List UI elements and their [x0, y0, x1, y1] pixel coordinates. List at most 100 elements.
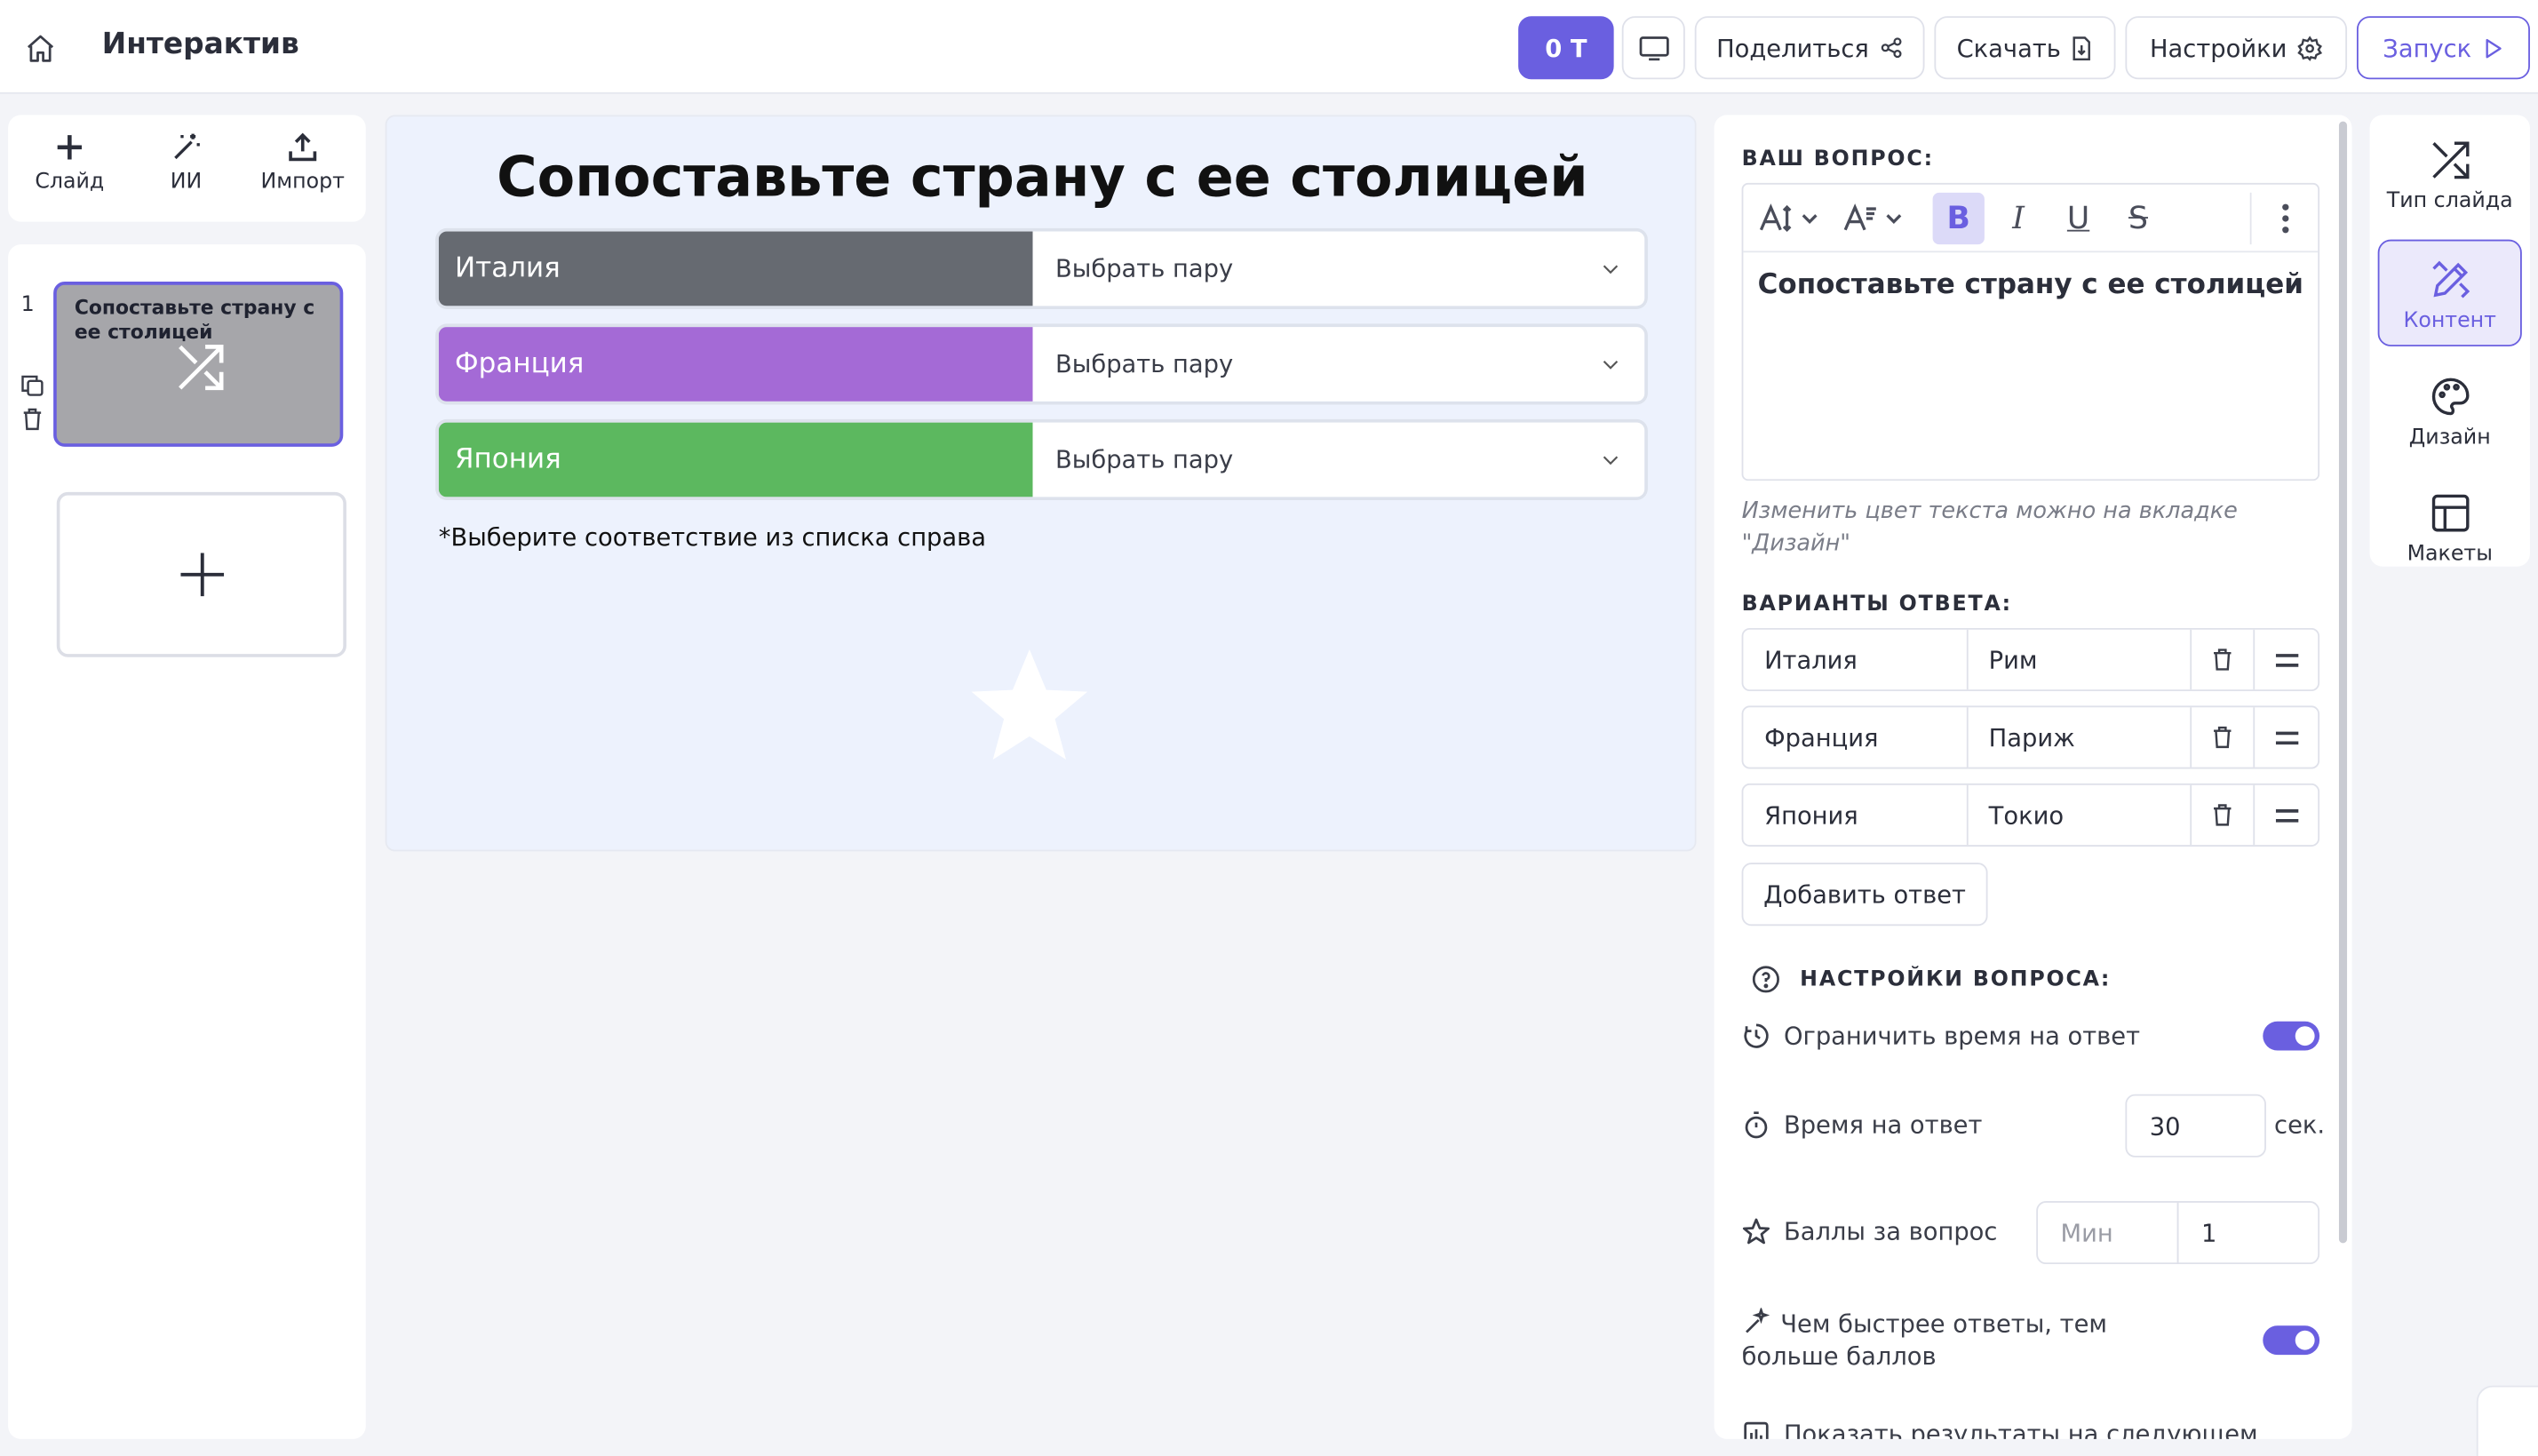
strikethrough-button[interactable]: S [2112, 193, 2164, 244]
add-slide-tool[interactable]: Слайд [13, 131, 127, 195]
chevron-down-icon [1603, 265, 1619, 274]
settings-button[interactable]: Настройки [2125, 16, 2348, 80]
question-settings-label: НАСТРОЙКИ ВОПРОСА: [1800, 967, 2112, 992]
bold-button[interactable]: B [1932, 192, 1985, 245]
tab-content-label: Контент [2403, 309, 2496, 334]
duplicate-slide-icon[interactable] [20, 372, 45, 398]
slide-number: 1 [20, 292, 35, 318]
slides-panel: 1 Сопоставьте страну с ее столицей [8, 244, 366, 1439]
left-toolbar: Слайд ИИ Импорт [8, 115, 366, 222]
ai-tool[interactable]: ИИ [130, 131, 243, 195]
points-input[interactable]: 1 [2176, 1200, 2320, 1265]
more-options-icon[interactable] [2261, 193, 2310, 244]
question-settings-header: НАСТРОЙКИ ВОПРОСА: [1752, 965, 2329, 994]
match-select[interactable]: Выбрать пару [1032, 327, 1645, 402]
app-title: Интерактив [101, 27, 299, 62]
help-widget[interactable] [2476, 1385, 2538, 1456]
text-style-dropdown[interactable] [1837, 193, 1912, 244]
underline-button[interactable]: U [2052, 193, 2104, 244]
show-results-setting: Показать результаты на следующем [1742, 1418, 2319, 1439]
slide-hint: *Выберите соответствие из списка справа [438, 522, 987, 553]
question-text[interactable]: Сопоставьте страну с ее столицей [1743, 252, 2318, 300]
match-row: Япония Выбрать пару [438, 422, 1645, 497]
download-button[interactable]: Скачать [1934, 16, 2116, 80]
points-button[interactable]: 0 Т [1518, 16, 1614, 80]
answer-right-input[interactable]: Токио [1968, 784, 2192, 846]
answer-right-input[interactable]: Рим [1968, 629, 2192, 690]
faster-answers-setting: Чем быстрее ответы, тем больше баллов [1741, 1306, 2320, 1372]
content-editor-panel: ВАШ ВОПРОС: B I U S Сопоставьте страну с… [1714, 115, 2352, 1439]
font-size-icon [1759, 203, 1818, 233]
layout-icon [2431, 494, 2469, 532]
answer-left-input[interactable]: Италия [1743, 629, 1968, 690]
launch-button[interactable]: Запуск [2356, 16, 2530, 80]
tab-slide-type-label: Тип слайда [2386, 189, 2513, 214]
shuffle-icon [179, 345, 224, 391]
share-button[interactable]: Поделиться [1694, 16, 1925, 80]
slide-canvas: Сопоставьте страну с ее столицей Италия … [385, 115, 1697, 852]
tab-design[interactable]: Дизайн [2378, 358, 2522, 465]
slide-title: Сопоставьте страну с ее столицей [497, 145, 1588, 211]
tab-slide-type[interactable]: Тип слайда [2378, 122, 2522, 228]
trash-icon[interactable] [2192, 629, 2256, 690]
color-note: Изменить цвет текста можно на вкладке "Д… [1741, 498, 2238, 557]
add-slide-button[interactable] [56, 491, 346, 657]
points-min-input[interactable]: Мин [2036, 1200, 2179, 1265]
download-label: Скачать [1956, 33, 2061, 63]
add-answer-button[interactable]: Добавить ответ [1741, 863, 1988, 927]
chevron-down-icon [1603, 456, 1619, 465]
gear-icon [2297, 35, 2322, 60]
match-left-item: Франция [438, 327, 1033, 402]
star-decoration-icon [971, 648, 1088, 760]
question-section-label: ВАШ ВОПРОС: [1741, 147, 1934, 172]
trash-icon[interactable] [2192, 784, 2256, 846]
match-left-item: Япония [438, 422, 1033, 497]
shuffle-icon [2431, 141, 2469, 179]
upload-icon [289, 132, 317, 162]
answer-row: Франция Париж [1741, 705, 2320, 769]
magic-wand-icon [174, 133, 200, 160]
add-slide-tool-label: Слайд [35, 170, 105, 195]
answer-left-input[interactable]: Франция [1743, 707, 1968, 768]
match-select-placeholder: Выбрать пару [1055, 349, 1234, 379]
editor-scrollbar[interactable] [2338, 121, 2348, 1244]
settings-label: Настройки [2150, 33, 2287, 63]
share-icon [1881, 37, 1901, 59]
answer-time-input[interactable]: 30 [2125, 1094, 2266, 1158]
time-unit-label: сек. [2274, 1110, 2326, 1140]
tab-layouts[interactable]: Макеты [2378, 474, 2522, 581]
match-select-placeholder: Выбрать пару [1055, 445, 1234, 474]
answer-row: Япония Токио [1741, 783, 2320, 847]
font-size-dropdown[interactable] [1753, 193, 1827, 244]
match-select[interactable]: Выбрать пару [1032, 231, 1645, 306]
answers-section-label: ВАРИАНТЫ ОТВЕТА: [1741, 592, 2012, 617]
tab-content[interactable]: Контент [2377, 239, 2522, 346]
delete-slide-icon[interactable] [20, 406, 45, 432]
ai-tool-label: ИИ [170, 170, 203, 195]
faster-answers-label: Чем быстрее ответы, тем больше баллов [1741, 1309, 2108, 1372]
import-tool-label: Импорт [260, 170, 345, 195]
tab-design-label: Дизайн [2408, 426, 2491, 450]
show-results-label: Показать результаты на следующем [1783, 1419, 2258, 1439]
trash-icon[interactable] [2192, 707, 2256, 768]
import-tool[interactable]: Импорт [246, 131, 360, 195]
limit-time-toggle[interactable] [2263, 1021, 2320, 1051]
answer-right-input[interactable]: Париж [1968, 707, 2192, 768]
drag-handle-icon[interactable] [2255, 630, 2318, 689]
plus-icon [57, 135, 83, 160]
sparkle-icon [1746, 1306, 1770, 1333]
answer-left-input[interactable]: Япония [1743, 784, 1968, 846]
chevron-down-icon [1603, 361, 1619, 370]
share-label: Поделиться [1716, 33, 1869, 63]
italic-button[interactable]: I [1993, 193, 2044, 244]
match-select[interactable]: Выбрать пару [1032, 422, 1645, 497]
side-tabs: Тип слайда Контент Дизайн Макеты [2369, 115, 2530, 567]
preview-screen-button[interactable] [1621, 16, 1685, 80]
home-icon[interactable] [20, 28, 61, 69]
answer-time-label: Время на ответ [1783, 1110, 1983, 1140]
drag-handle-icon[interactable] [2255, 785, 2318, 845]
drag-handle-icon[interactable] [2255, 707, 2318, 767]
slide-thumbnail[interactable]: Сопоставьте страну с ее столицей [53, 282, 344, 447]
timer-icon [1744, 1023, 1769, 1048]
faster-answers-toggle[interactable] [2263, 1325, 2320, 1356]
